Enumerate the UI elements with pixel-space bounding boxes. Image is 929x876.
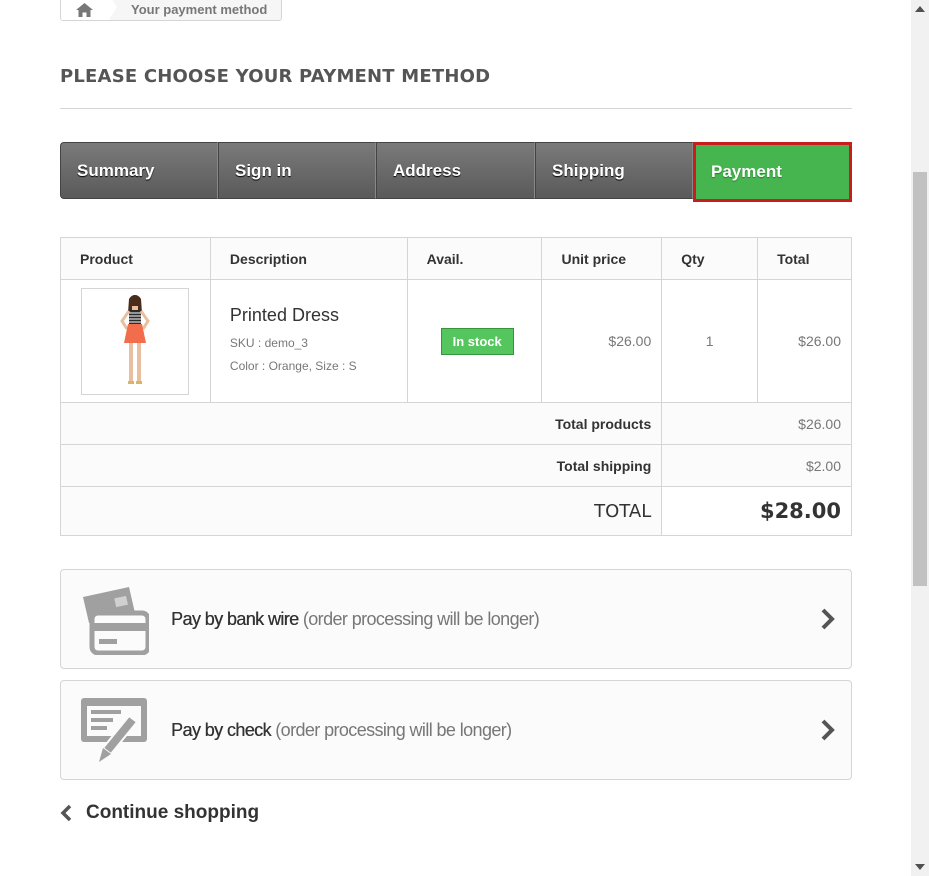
step-label: Payment	[711, 162, 782, 181]
checkout-steps: Summary Sign in Address Shipping Payment	[60, 142, 852, 202]
breadcrumb-current: Your payment method	[131, 2, 268, 17]
description-cell: Printed Dress SKU : demo_3 Color : Orang…	[209, 279, 408, 403]
column-header-unit-price: Unit price	[541, 237, 663, 280]
pay-by-bank-wire-option[interactable]: Pay by bank wire (order processing will …	[60, 569, 852, 669]
grand-total-label: TOTAL	[59, 486, 663, 536]
scroll-up-arrow-icon[interactable]	[915, 6, 925, 12]
line-total-cell: $26.00	[757, 279, 852, 403]
table-header-row: Product Description Avail. Unit price Qt…	[60, 237, 852, 280]
chevron-right-icon	[821, 719, 835, 741]
column-header-total: Total	[757, 237, 852, 280]
cart-summary-table: Product Description Avail. Unit price Qt…	[59, 237, 852, 536]
product-cell	[60, 279, 211, 403]
breadcrumb-home-link[interactable]	[61, 0, 117, 20]
column-header-availability: Avail.	[406, 237, 543, 280]
chevron-left-icon	[60, 804, 72, 822]
continue-shopping-label: Continue shopping	[86, 802, 260, 823]
in-stock-badge: In stock	[440, 327, 514, 355]
total-products-row: Total products $26.00	[59, 402, 852, 445]
availability-cell: In stock	[406, 279, 543, 403]
continue-shopping-link[interactable]: Continue shopping	[60, 802, 259, 824]
pay-by-bank-wire-label: Pay by bank wire (order processing will …	[171, 608, 540, 630]
table-row: Printed Dress SKU : demo_3 Color : Orang…	[60, 279, 852, 403]
bank-wire-card-icon	[83, 587, 149, 655]
payment-method-note: (order processing will be longer)	[275, 719, 512, 740]
heading-divider	[60, 108, 852, 109]
step-sign-in[interactable]: Sign in	[218, 142, 376, 199]
column-header-product: Product	[60, 237, 211, 280]
payment-method-name: Pay by bank wire	[171, 608, 299, 629]
page-scrollbar[interactable]	[911, 0, 929, 876]
quantity-cell: 1	[661, 279, 759, 403]
step-label: Shipping	[552, 160, 625, 180]
chevron-right-icon	[821, 608, 835, 630]
page-title: PLEASE CHOOSE YOUR PAYMENT METHOD	[60, 66, 491, 87]
total-products-value: $26.00	[661, 402, 852, 445]
scroll-down-arrow-icon[interactable]	[915, 864, 925, 870]
check-pen-icon	[81, 698, 147, 762]
payment-method-note: (order processing will be longer)	[302, 608, 540, 629]
product-name-link[interactable]: Printed Dress	[230, 305, 407, 326]
breadcrumb: Your payment method	[60, 0, 282, 21]
scrollbar-thumb[interactable]	[913, 172, 927, 586]
step-label: Address	[393, 160, 462, 180]
product-attributes[interactable]: Color : Orange, Size : S	[230, 355, 407, 378]
product-sku: SKU : demo_3	[229, 335, 308, 350]
grand-total-value: $28.00	[661, 486, 852, 536]
column-header-description: Description	[209, 237, 408, 280]
step-label: Sign in	[235, 160, 292, 180]
pay-by-check-label: Pay by check (order processing will be l…	[171, 720, 512, 741]
step-summary[interactable]: Summary	[60, 142, 218, 199]
payment-method-name: Pay by check	[171, 719, 271, 740]
step-payment: Payment	[693, 142, 852, 202]
total-shipping-label: Total shipping	[59, 444, 663, 487]
pay-by-check-option[interactable]: Pay by check (order processing will be l…	[60, 680, 852, 780]
column-header-qty: Qty	[661, 237, 759, 280]
unit-price-cell: $26.00	[541, 279, 663, 403]
dress-model-image	[120, 295, 150, 384]
step-label: Summary	[77, 160, 155, 180]
step-shipping[interactable]: Shipping	[535, 142, 693, 199]
grand-total-row: TOTAL $28.00	[59, 486, 852, 536]
product-image[interactable]	[81, 287, 189, 395]
step-address[interactable]: Address	[376, 142, 535, 199]
total-products-label: Total products	[59, 402, 663, 445]
total-shipping-value: $2.00	[661, 444, 852, 487]
total-shipping-row: Total shipping $2.00	[59, 444, 852, 487]
home-icon	[75, 2, 93, 17]
